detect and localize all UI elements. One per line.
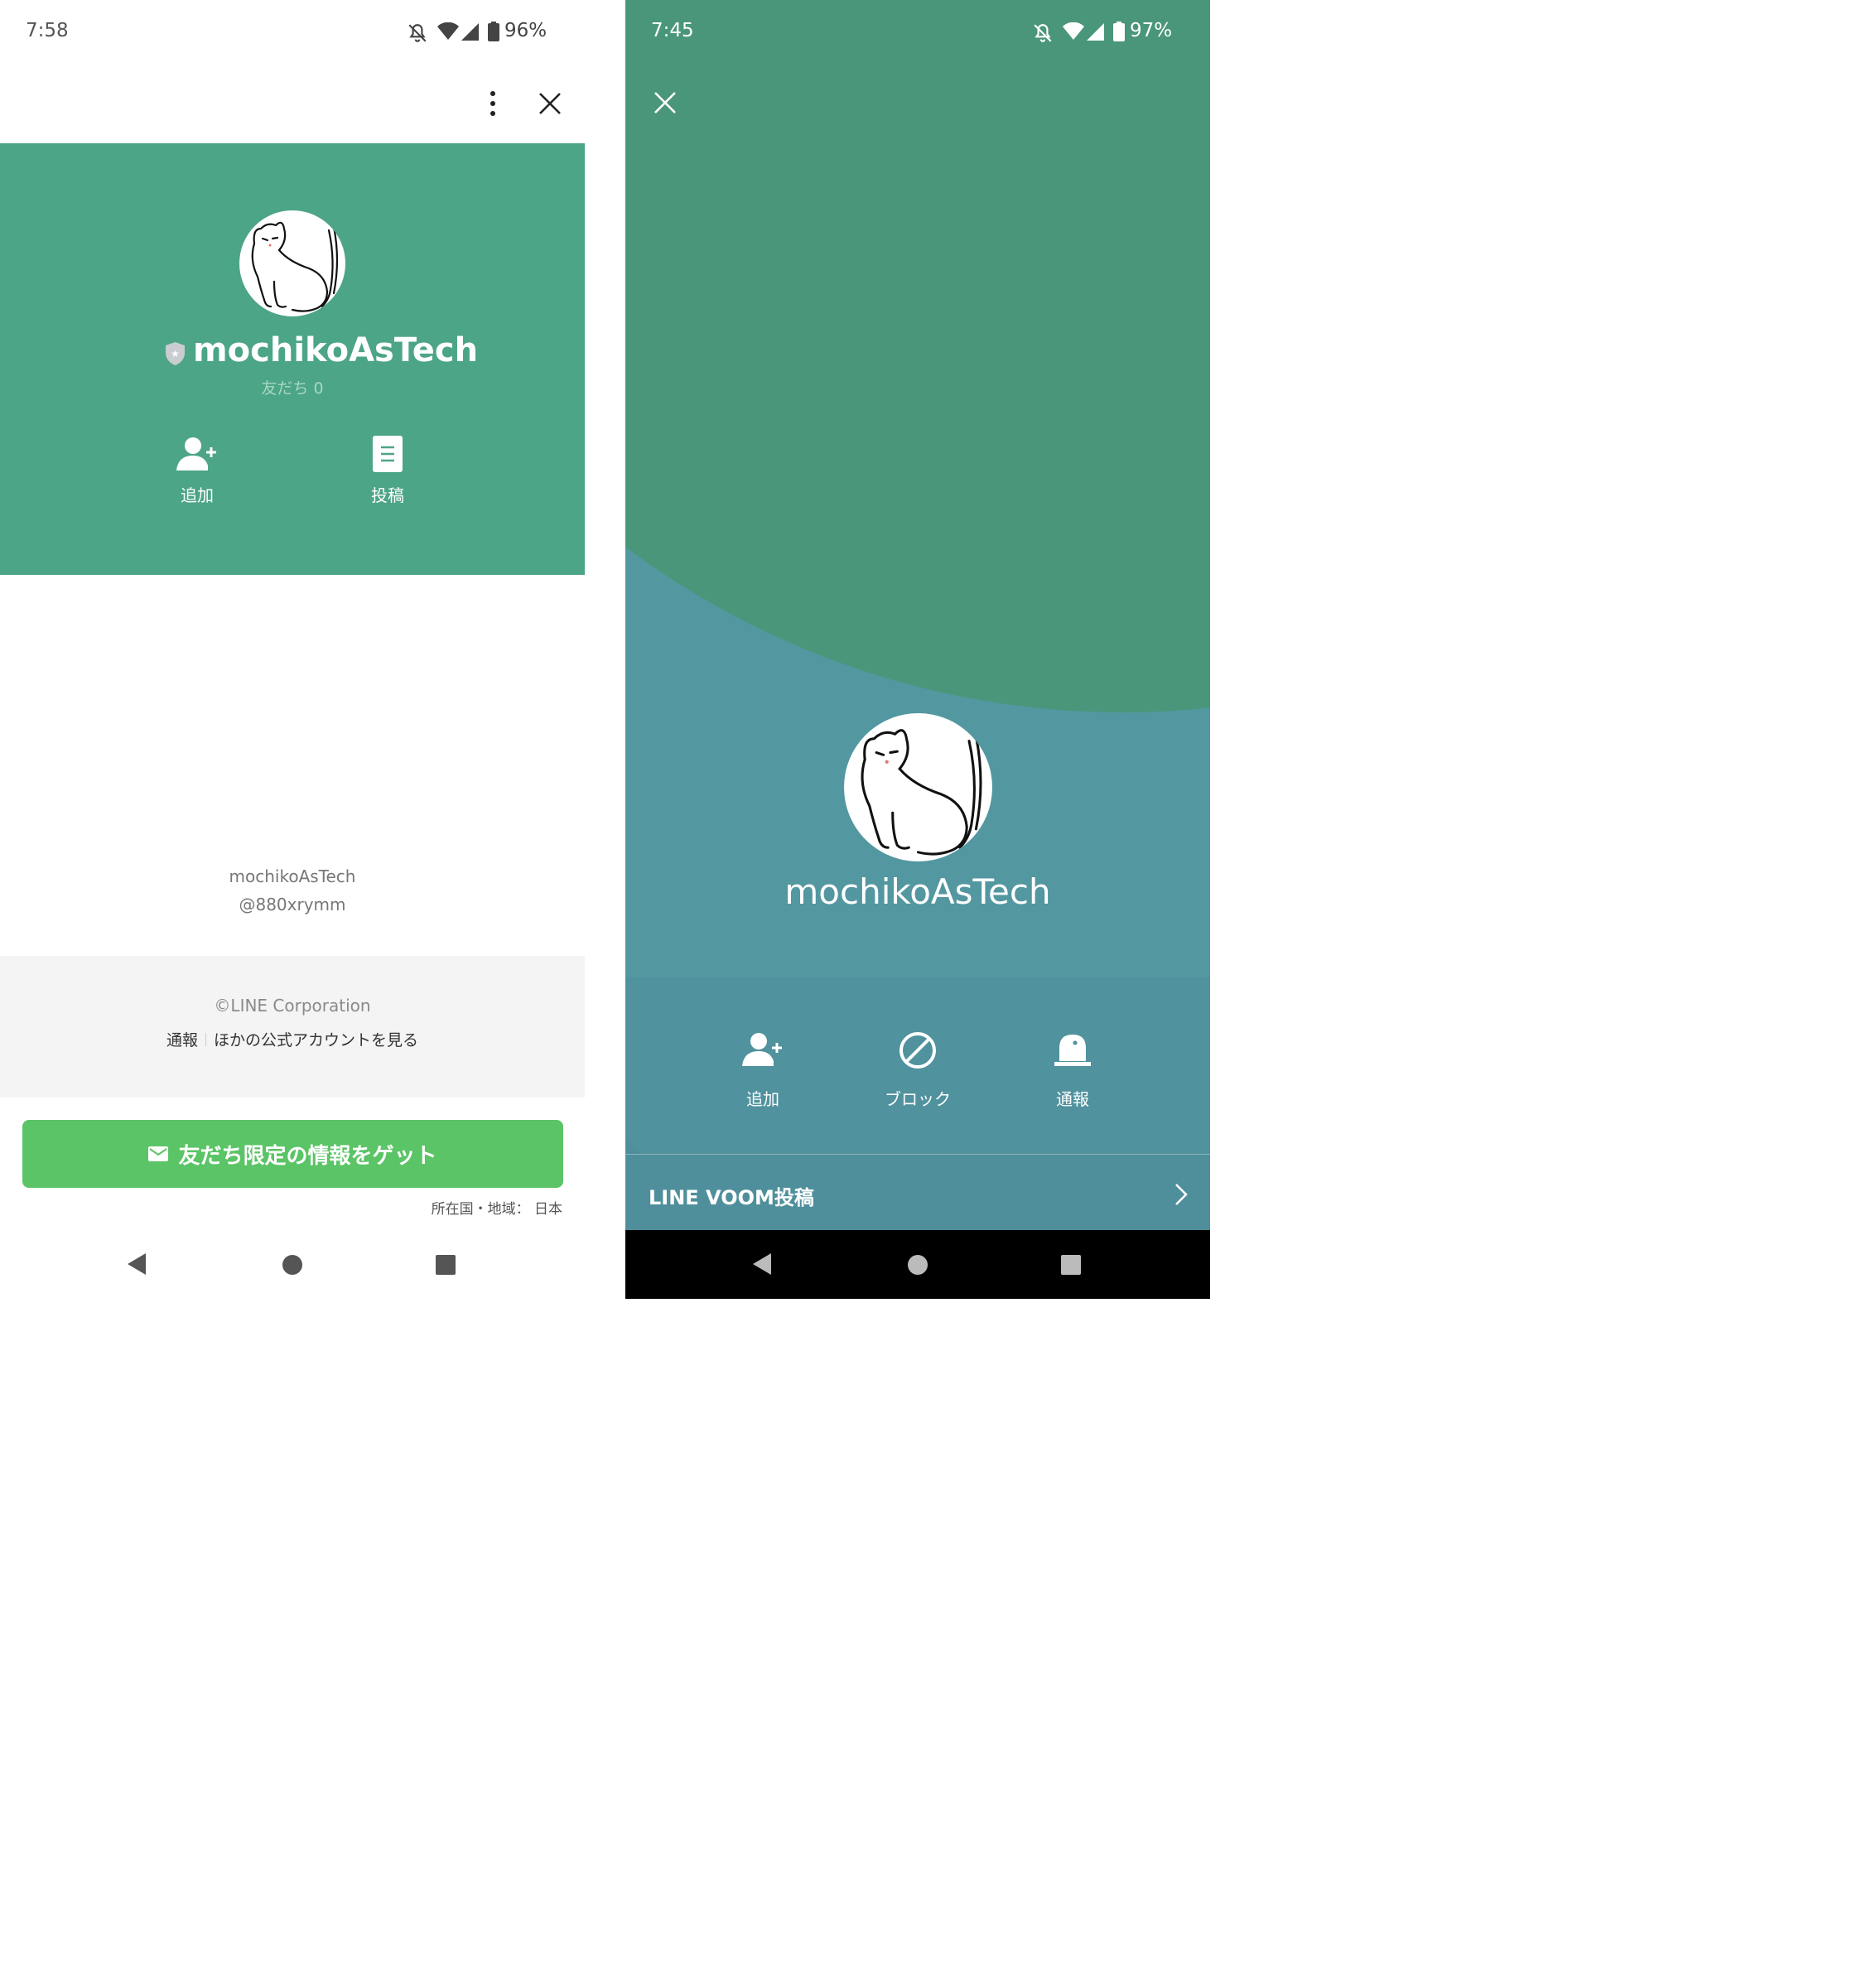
other-accounts-link[interactable]: ほかの公式アカウントを見る [214, 1028, 418, 1050]
cat-illustration [861, 729, 982, 856]
add-friend-button[interactable]: 追加 [156, 436, 239, 506]
close-icon[interactable] [538, 92, 562, 115]
add-friend-icon [176, 437, 216, 470]
home-nav-icon[interactable] [282, 1254, 303, 1276]
line-voom-row[interactable]: LINE VOOM投稿 [625, 1154, 1210, 1230]
back-nav-icon[interactable] [751, 1252, 773, 1276]
more-menu-icon[interactable] [485, 89, 501, 118]
left-screen: 7:58 96% ★ mochikoAsTech 友だち 0 追加 投稿 moc… [0, 0, 585, 1299]
profile-name: mochikoAsTech [784, 871, 1051, 912]
profile-name: mochikoAsTech [193, 331, 479, 369]
add-friend-label: 追加 [746, 1089, 779, 1109]
signal-icon [1087, 23, 1104, 41]
footer [0, 956, 585, 1098]
post-label: 投稿 [371, 485, 404, 505]
block-icon [899, 1032, 936, 1069]
navigation-bar [625, 1230, 1210, 1299]
bell-off-icon [408, 24, 427, 42]
back-nav-icon[interactable] [126, 1252, 147, 1276]
background-shapes [625, 0, 1210, 1154]
friend-count: 友だち 0 [261, 379, 324, 398]
svg-text:★: ★ [171, 348, 180, 359]
report-icon [1054, 1035, 1091, 1066]
avatar[interactable] [844, 713, 992, 861]
block-button[interactable]: ブロック [870, 1031, 966, 1110]
cta-label: 友だち限定の情報をゲット [178, 1143, 437, 1169]
account-id: @880xrymm [239, 895, 346, 914]
recents-nav-icon[interactable] [1060, 1254, 1082, 1276]
block-label: ブロック [885, 1089, 951, 1109]
post-button[interactable]: 投稿 [346, 436, 429, 506]
report-link[interactable]: 通報 [166, 1028, 198, 1050]
right-screen: 7:45 97% mochikoAsTech 追加 ブロック 通報 LINE V… [625, 0, 1210, 1299]
link-divider [205, 1032, 206, 1046]
battery-icon [1113, 22, 1125, 41]
copyright: ©LINE Corporation [214, 996, 371, 1016]
mail-icon [148, 1146, 169, 1161]
signal-icon [461, 23, 479, 41]
bell-off-icon [1034, 24, 1052, 42]
battery-percent: 96% [504, 20, 547, 41]
status-time: 7:45 [651, 20, 694, 41]
add-friend-button[interactable]: 追加 [721, 1031, 804, 1110]
report-label: 通報 [1056, 1089, 1089, 1109]
voom-label: LINE VOOM投稿 [649, 1186, 814, 1209]
screen-divider [585, 0, 625, 1299]
recents-nav-icon[interactable] [435, 1254, 456, 1276]
chevron-right-icon [1175, 1184, 1188, 1205]
battery-percent: 97% [1130, 20, 1173, 41]
wifi-icon [1063, 22, 1084, 40]
account-name: mochikoAsTech [229, 866, 356, 886]
footer-links: 通報 ほかの公式アカウントを見る [0, 1028, 585, 1050]
battery-icon [488, 22, 499, 41]
status-time: 7:58 [26, 20, 69, 41]
add-friend-label: 追加 [181, 485, 214, 505]
home-nav-icon[interactable] [907, 1254, 928, 1276]
add-friend-icon [742, 1033, 782, 1066]
region-info: 所在国・地域： 日本 [431, 1201, 562, 1218]
report-button[interactable]: 通報 [1031, 1031, 1114, 1110]
avatar[interactable] [239, 210, 345, 316]
post-icon [373, 436, 403, 472]
get-friend-info-button[interactable]: 友だち限定の情報をゲット [22, 1120, 563, 1188]
wifi-icon [437, 22, 459, 40]
close-icon[interactable] [654, 91, 677, 114]
verified-shield-icon: ★ [166, 342, 185, 365]
cat-illustration [251, 221, 339, 312]
